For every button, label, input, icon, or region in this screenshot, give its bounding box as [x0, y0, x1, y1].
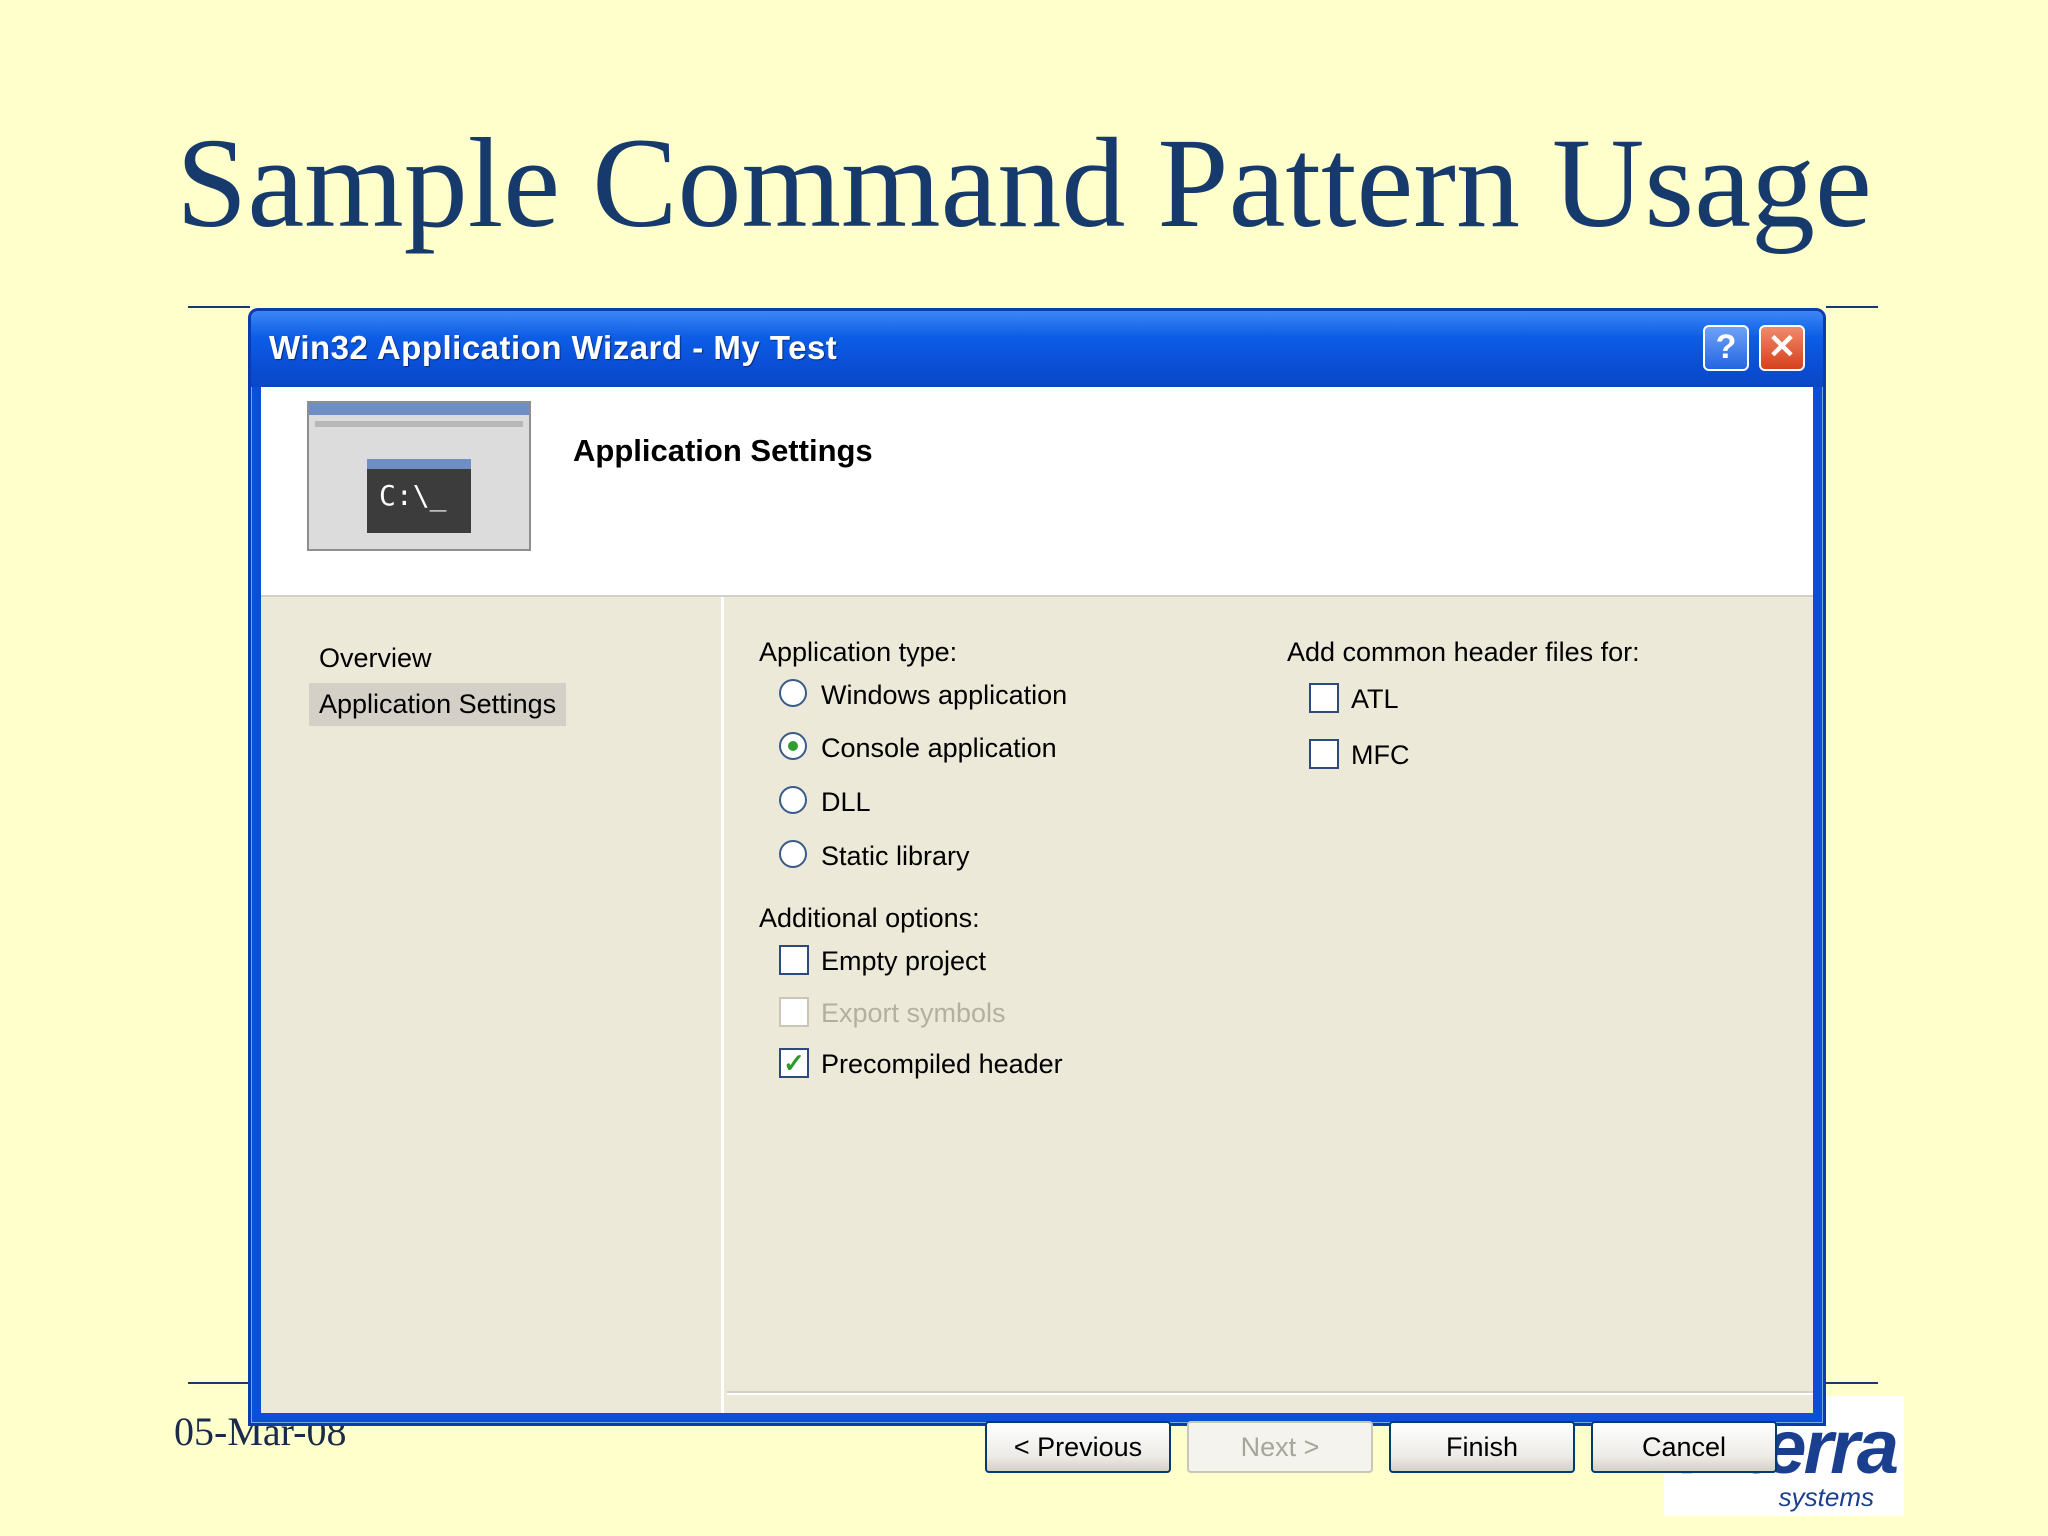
title-rule-left — [188, 306, 250, 308]
page-title: Application Settings — [573, 433, 873, 468]
icon-window-titlebar — [309, 403, 529, 415]
checkbox-icon — [779, 945, 809, 975]
dialog-client-area: C:\_ Application Settings Overview Appli… — [261, 387, 1813, 1473]
radio-label: Static library — [821, 841, 970, 871]
checkbox-icon — [779, 997, 809, 1027]
console-app-icon: C:\_ — [307, 401, 531, 551]
settings-content: Application type: Windows application Co… — [727, 597, 1813, 1473]
checkbox-label: Export symbols — [821, 998, 1006, 1028]
next-button: Next > — [1187, 1421, 1373, 1473]
additional-options-label: Additional options: — [759, 903, 980, 933]
slide-title: Sample Command Pattern Usage — [176, 112, 1872, 254]
cancel-button[interactable]: Cancel — [1591, 1421, 1777, 1473]
common-headers-label: Add common header files for: — [1287, 637, 1640, 667]
wizard-window: Win32 Application Wizard - My Test ? ✕ C… — [248, 308, 1826, 1473]
footer-rule-right — [1826, 1382, 1878, 1384]
window-title: Win32 Application Wizard - My Test — [269, 329, 838, 366]
checkmark-icon: ✓ — [779, 1048, 809, 1078]
checkbox-icon — [1309, 739, 1339, 769]
radio-label: Windows application — [821, 680, 1068, 710]
nav-item-overview[interactable]: Overview — [309, 637, 442, 680]
radio-icon — [779, 786, 807, 814]
radio-icon — [779, 679, 807, 707]
radio-selected-icon — [779, 732, 807, 760]
question-mark-icon: ? — [1715, 328, 1737, 366]
help-button[interactable]: ? — [1703, 325, 1749, 371]
title-rule-right — [1826, 306, 1878, 308]
close-button[interactable]: ✕ — [1759, 325, 1805, 371]
close-icon: ✕ — [1767, 328, 1797, 366]
checkbox-label: ATL — [1351, 684, 1399, 714]
radio-label: Console application — [821, 733, 1057, 763]
radio-icon — [779, 840, 807, 868]
wizard-header: C:\_ Application Settings — [261, 387, 1813, 597]
previous-button[interactable]: < Previous — [985, 1421, 1171, 1473]
title-bar[interactable]: Win32 Application Wizard - My Test ? ✕ — [251, 311, 1823, 387]
checkbox-label: Empty project — [821, 946, 987, 976]
footer-rule-left — [188, 1382, 250, 1384]
icon-window-menu — [315, 421, 523, 427]
radio-label: DLL — [821, 787, 871, 817]
application-type-label: Application type: — [759, 637, 958, 667]
finish-button[interactable]: Finish — [1389, 1421, 1575, 1473]
button-separator — [727, 1391, 1813, 1395]
command-prompt-icon: C:\_ — [367, 459, 471, 533]
checkbox-icon — [1309, 683, 1339, 713]
checkbox-label: Precompiled header — [821, 1049, 1063, 1079]
nav-item-application-settings[interactable]: Application Settings — [309, 683, 567, 726]
checkbox-label: MFC — [1351, 740, 1410, 770]
wizard-nav: Overview Application Settings — [261, 597, 724, 1413]
